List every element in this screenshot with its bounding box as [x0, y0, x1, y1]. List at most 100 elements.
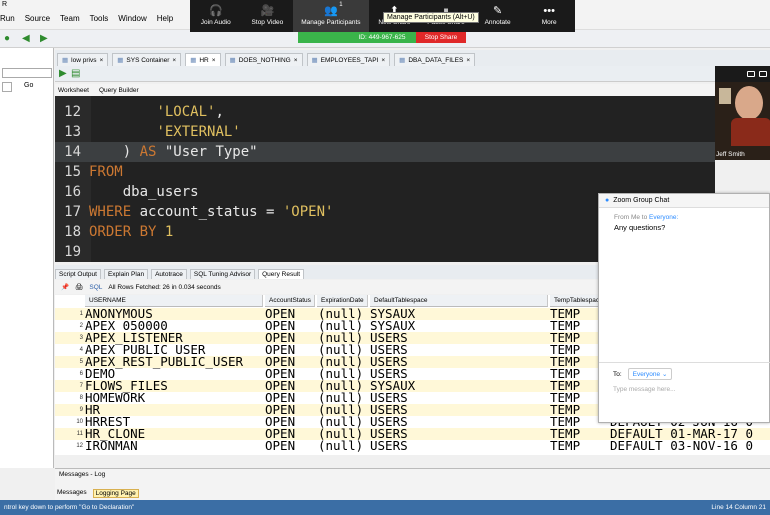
status-hint: ntrol key down to perform "Go to Declara… — [4, 504, 135, 511]
code-text: ) AS "User Type" — [85, 144, 258, 160]
code-token: ) — [89, 144, 140, 160]
join-audio-button[interactable]: 🎧 Join Audio — [190, 0, 242, 32]
recipient-dropdown[interactable]: Everyone ⌄ — [627, 368, 673, 380]
run-script-icon[interactable]: ▤ — [71, 68, 80, 79]
document-tabs: ▦ low privs × ▦ SYS Container × ▦ HR × ▦ DOES_NOTH… — [55, 50, 770, 66]
face-shape — [735, 86, 763, 120]
menu-items: Run Source Team Tools Window Help — [0, 14, 173, 23]
result-tabs: Script Output Explain Plan Autotrace SQL Tu… — [55, 265, 600, 279]
video-camera-icon: 🎥 — [260, 5, 275, 17]
result-tab-script-output[interactable]: Script Output — [55, 269, 101, 279]
forward-icon[interactable]: ▶ — [40, 33, 48, 44]
close-icon[interactable]: × — [381, 57, 385, 64]
tab-employees-tapi[interactable]: ▦ EMPLOYEES_TAPI × — [306, 53, 391, 66]
messages-tabs: Messages Logging Page — [55, 489, 139, 498]
meeting-id: ID: 449-967-625 — [358, 34, 406, 41]
table-icon: ▦ — [311, 57, 318, 64]
tab-does-nothing[interactable]: ▦ DOES_NOTHING × — [224, 53, 303, 66]
row-number: 5 — [79, 359, 83, 365]
code-token: 'EXTERNAL' — [156, 124, 241, 140]
window-icon[interactable] — [759, 71, 767, 77]
tab-hr[interactable]: ▦ HR × — [185, 53, 221, 66]
line-number: 15 — [64, 164, 81, 180]
table-icon: ▦ — [229, 57, 236, 64]
tab-label: DOES_NOTHING — [238, 56, 291, 64]
table-row[interactable]: 12 IRONMAN OPEN (null) USERS TEMP DEFAULT 03-N… — [55, 438, 770, 453]
run-icon[interactable]: ● — [4, 33, 10, 44]
zoom-button-label: Annotate — [484, 19, 511, 26]
code-text: dba_users — [85, 184, 199, 200]
cell-exp: (null) — [318, 438, 364, 453]
tooltip: Manage Participants (Alt+U) — [383, 12, 479, 23]
line-number: 13 — [64, 124, 81, 140]
messages-tab-messages[interactable]: Messages — [57, 489, 87, 498]
run-statement-icon[interactable]: ▶ — [59, 68, 67, 79]
code-token: FROM — [89, 164, 123, 180]
result-tab-autotrace[interactable]: Autotrace — [151, 269, 187, 279]
subtab-worksheet[interactable]: Worksheet — [58, 87, 89, 94]
back-icon[interactable]: ◀ — [22, 33, 30, 44]
menu-source[interactable]: Source — [25, 14, 50, 23]
tab-low-privs[interactable]: ▦ low privs × — [57, 53, 109, 66]
filter-input[interactable] — [2, 82, 12, 92]
worksheet-subtabs: Worksheet Query Builder — [55, 84, 715, 96]
row-number: 10 — [76, 419, 83, 425]
participant-count-badge: 1 — [339, 2, 343, 8]
line-number: 12 — [64, 104, 81, 120]
code-token: dba_users — [89, 184, 199, 200]
menu-run[interactable]: Run — [0, 14, 15, 23]
result-tab-query-result[interactable]: Query Result — [258, 269, 305, 279]
code-token: AS — [139, 144, 157, 160]
cell-def: USERS — [370, 438, 408, 453]
manage-participants-button[interactable]: 👥 Manage Participants 1 — [293, 0, 369, 32]
print-icon[interactable]: 🖨 — [75, 283, 83, 291]
stop-video-button[interactable]: 🎥 Stop Video — [242, 0, 294, 32]
menu-team[interactable]: Team — [60, 14, 80, 23]
menu-help[interactable]: Help — [157, 14, 173, 23]
code-text: ORDER BY 1 — [85, 224, 173, 240]
row-number: 3 — [79, 335, 83, 341]
menu-window[interactable]: Window — [118, 14, 146, 23]
code-line: 14 ) AS "User Type" — [55, 142, 715, 162]
tab-dba-data-files[interactable]: ▦ DBA_DATA_FILES × — [394, 53, 476, 66]
result-tab-sql-tuning-advisor[interactable]: SQL Tuning Advisor — [189, 269, 256, 279]
tab-sys-container[interactable]: ▦ SYS Container × — [112, 53, 182, 66]
pin-icon[interactable]: 📌 — [61, 283, 69, 291]
menu-tools[interactable]: Tools — [90, 14, 109, 23]
close-icon[interactable]: × — [172, 57, 176, 64]
line-number: 17 — [64, 204, 81, 220]
line-number: 19 — [64, 244, 81, 260]
sql-link[interactable]: SQL — [89, 284, 102, 291]
more-button[interactable]: ••• More — [523, 0, 575, 32]
status-bar: ntrol key down to perform "Go to Declara… — [0, 500, 770, 515]
code-text: 'LOCAL', — [85, 104, 223, 120]
stop-share-button[interactable]: Stop Share — [416, 32, 466, 43]
video-thumbnail[interactable]: Jeff Smith — [715, 66, 770, 160]
messages-log-panel: Messages - Log Messages Logging Page — [55, 468, 770, 500]
subtab-query-builder[interactable]: Query Builder — [99, 87, 139, 94]
close-icon[interactable]: × — [466, 57, 470, 64]
chat-title: Zoom Group Chat — [613, 197, 670, 204]
chat-message: Any questions? — [614, 223, 666, 232]
connections-dropdown[interactable] — [2, 68, 52, 78]
tab-label: DBA_DATA_FILES — [408, 56, 464, 64]
chat-input[interactable]: Type message here... — [613, 386, 676, 393]
messages-tab-logging-page[interactable]: Logging Page — [92, 489, 139, 498]
more-icon: ••• — [543, 5, 555, 17]
annotate-button[interactable]: ✎ Annotate — [472, 0, 524, 32]
chat-recipient: To: Everyone ⌄ — [613, 368, 673, 380]
cell-extra: DEFAULT 03-NOV-16 0 — [610, 438, 753, 453]
zoom-button-label: Manage Participants — [301, 19, 361, 26]
close-icon[interactable]: × — [294, 57, 298, 64]
zoom-button-label: Stop Video — [251, 19, 284, 26]
cell-user: IRONMAN — [85, 438, 138, 453]
window-icon[interactable] — [747, 71, 755, 77]
code-token: 'LOCAL' — [156, 104, 216, 120]
messages-title: Messages - Log — [59, 471, 106, 478]
close-icon[interactable]: × — [212, 57, 216, 64]
line-number: 18 — [64, 224, 81, 240]
close-icon[interactable]: × — [99, 57, 103, 64]
go-button[interactable]: Go — [24, 82, 33, 89]
result-tab-explain-plan[interactable]: Explain Plan — [103, 269, 149, 279]
